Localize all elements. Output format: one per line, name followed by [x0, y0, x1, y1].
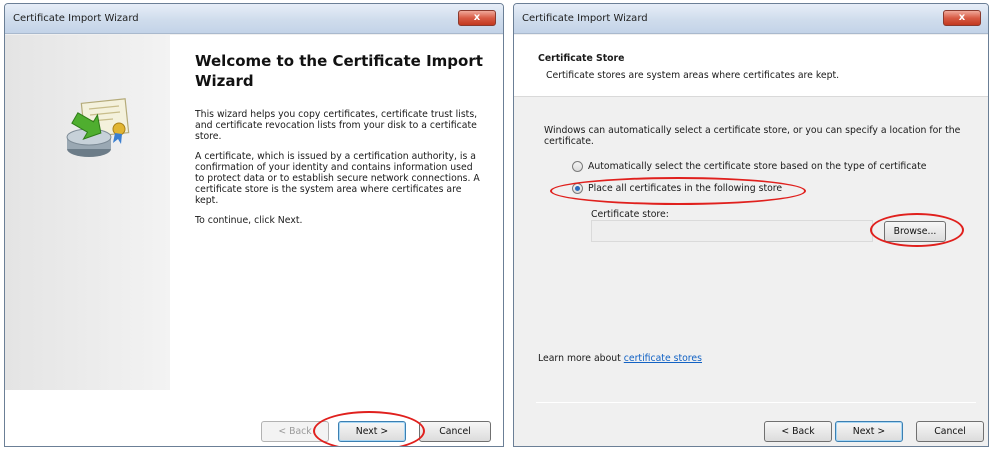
- close-button[interactable]: x: [458, 10, 496, 26]
- certificate-install-icon: [66, 98, 130, 157]
- next-button[interactable]: Next >: [338, 421, 406, 442]
- cancel-button[interactable]: Cancel: [419, 421, 491, 442]
- button-separator: [27, 402, 491, 403]
- window-title: Certificate Import Wizard: [13, 13, 139, 24]
- auto-select-radio[interactable]: [572, 161, 583, 172]
- back-button[interactable]: < Back: [261, 421, 329, 442]
- title-bar[interactable]: Certificate Import Wizard x: [514, 4, 988, 34]
- learn-more-prefix: Learn more about: [538, 353, 624, 364]
- window-title: Certificate Import Wizard: [522, 13, 648, 24]
- place-in-store-label: Place all certificates in the following …: [588, 183, 783, 194]
- learn-more-text: Learn more about certificate stores: [538, 353, 702, 364]
- intro-paragraph: This wizard helps you copy certificates,…: [195, 109, 478, 142]
- certificate-store-wizard-window: Certificate Import Wizard x Certificate …: [513, 3, 989, 447]
- browse-button[interactable]: Browse...: [884, 221, 946, 242]
- page-header: Certificate Store Certificate stores are…: [514, 35, 988, 97]
- certificate-store-field[interactable]: [591, 220, 873, 242]
- welcome-heading: Welcome to the Certificate Import Wizard: [195, 52, 483, 90]
- certificate-paragraph: A certificate, which is issued by a cert…: [195, 151, 480, 206]
- page-title: Certificate Store: [538, 53, 625, 64]
- page-description: Certificate stores are system areas wher…: [546, 70, 840, 81]
- close-button[interactable]: x: [943, 10, 981, 26]
- welcome-wizard-window: Certificate Import Wizard x Welcome to t…: [4, 3, 504, 447]
- wizard-content: Certificate Store Certificate stores are…: [514, 35, 988, 446]
- wizard-content: Welcome to the Certificate Import Wizard…: [5, 35, 503, 446]
- store-explanation: Windows can automatically select a certi…: [544, 125, 961, 147]
- button-separator: [536, 402, 976, 403]
- certificate-store-label: Certificate store:: [591, 209, 669, 220]
- certificate-stores-link[interactable]: certificate stores: [624, 353, 702, 364]
- wizard-side-panel: [5, 35, 170, 390]
- auto-select-label: Automatically select the certificate sto…: [588, 161, 927, 172]
- store-options-panel: Windows can automatically select a certi…: [514, 97, 988, 446]
- next-button[interactable]: Next >: [835, 421, 903, 442]
- welcome-text: This wizard helps you copy certificates,…: [195, 109, 480, 235]
- auto-select-option[interactable]: Automatically select the certificate sto…: [572, 161, 926, 172]
- cancel-button[interactable]: Cancel: [916, 421, 984, 442]
- place-in-store-radio[interactable]: [572, 183, 583, 194]
- place-in-store-option[interactable]: Place all certificates in the following …: [572, 183, 782, 194]
- title-bar[interactable]: Certificate Import Wizard x: [5, 4, 503, 34]
- continue-paragraph: To continue, click Next.: [195, 215, 303, 226]
- back-button[interactable]: < Back: [764, 421, 832, 442]
